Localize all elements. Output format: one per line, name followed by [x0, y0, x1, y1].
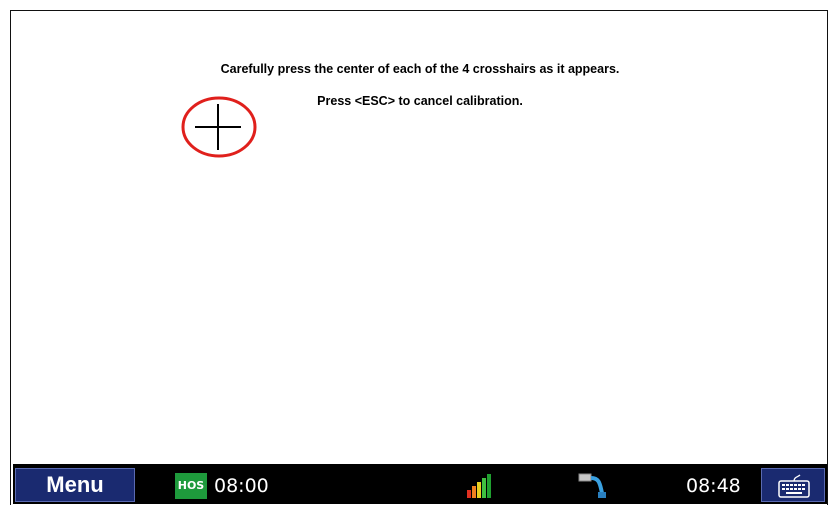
menu-button[interactable]: Menu — [15, 468, 135, 502]
hos-time: 08:00 — [214, 475, 269, 497]
keyboard-icon — [778, 474, 810, 498]
calibration-screen: Carefully press the center of each of th… — [10, 10, 828, 505]
crosshair-icon[interactable] — [181, 95, 257, 159]
clock: 08:48 — [686, 475, 741, 497]
cable-connection-icon — [578, 473, 606, 498]
cancel-instruction: Press <ESC> to cancel calibration. — [317, 94, 523, 108]
calibration-instruction: Carefully press the center of each of th… — [220, 62, 620, 76]
keyboard-button[interactable] — [761, 468, 825, 502]
signal-strength-icon — [467, 474, 491, 498]
hos-badge[interactable]: HOS — [175, 473, 207, 499]
taskbar: Menu HOS 08:00 08:48 — [13, 464, 827, 504]
